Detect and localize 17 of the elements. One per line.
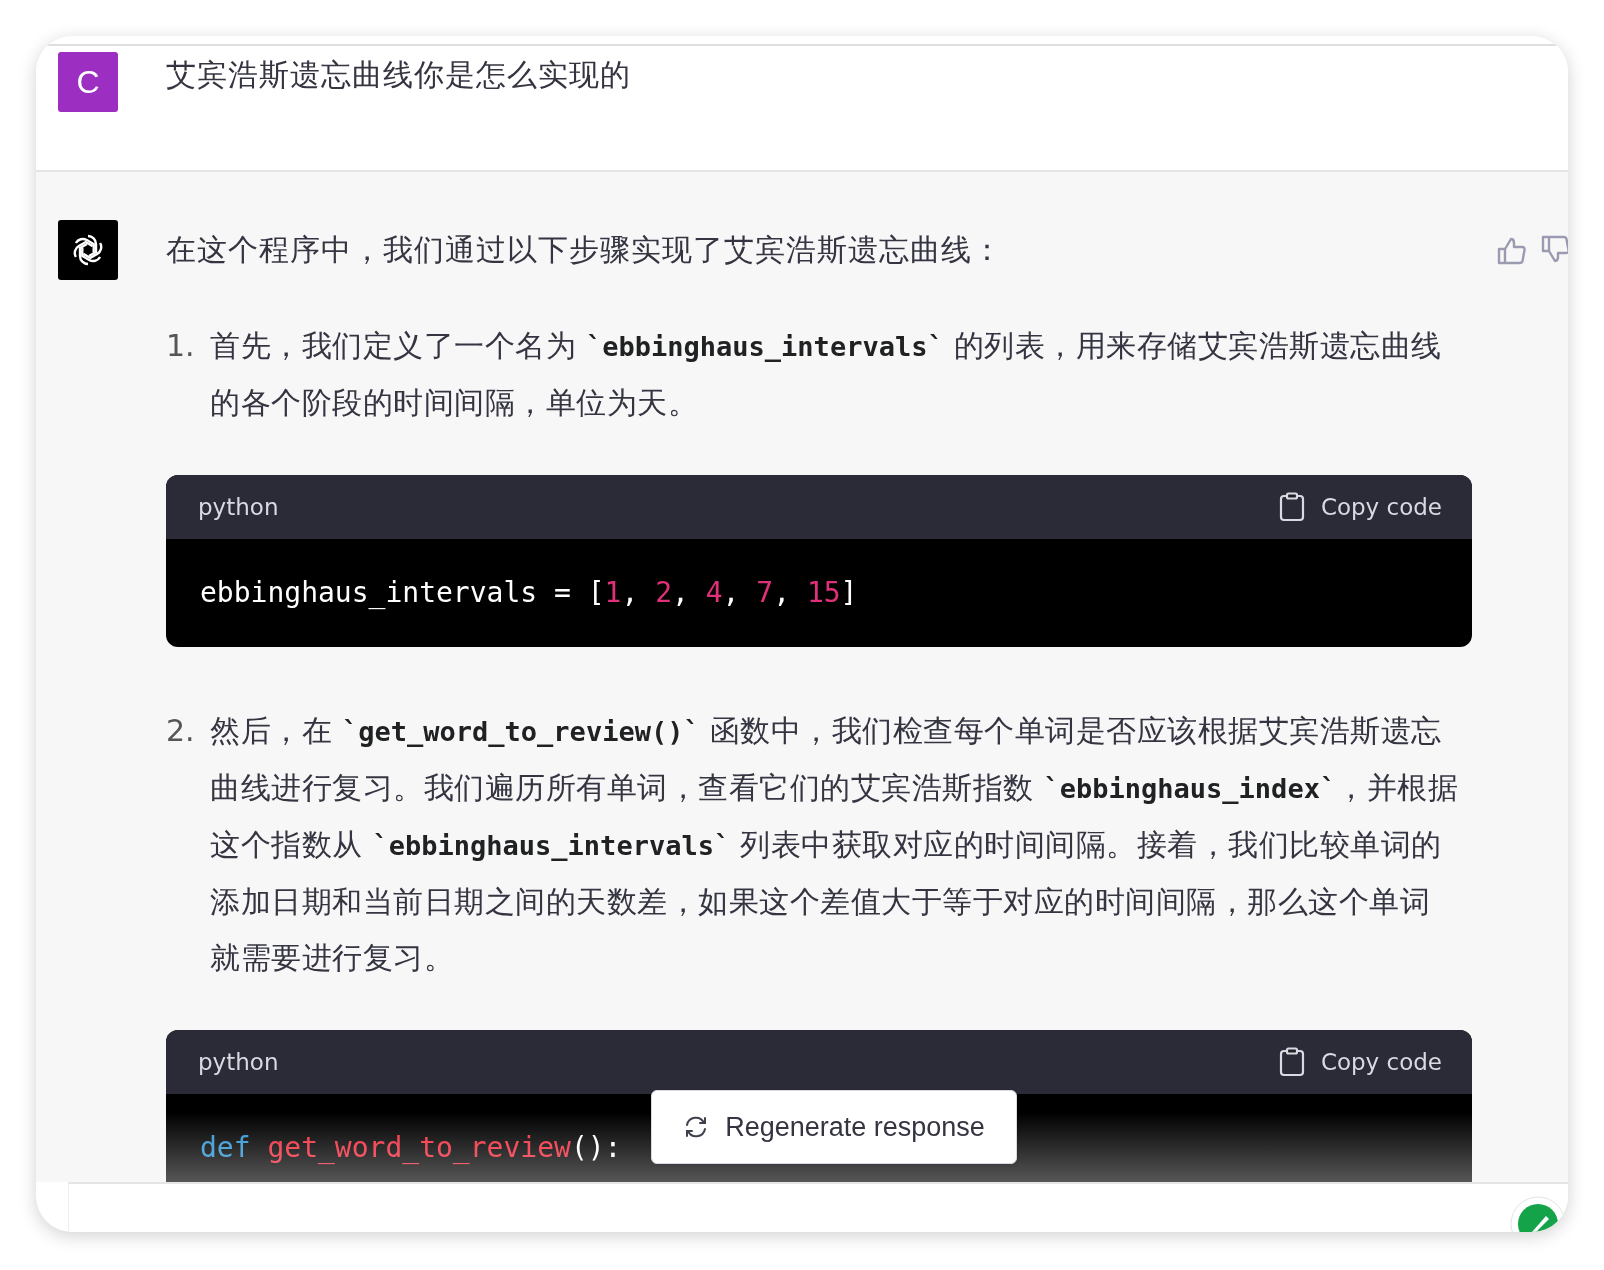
code-line: def get_word_to_review():	[200, 1130, 622, 1166]
user-message: 艾宾浩斯遗忘曲线你是怎么实现的	[166, 56, 631, 94]
language-label: python	[198, 1049, 279, 1075]
language-label: python	[198, 494, 279, 520]
clipboard-icon[interactable]	[1278, 492, 1305, 522]
message-input-bar[interactable]	[68, 1182, 1568, 1232]
copy-code-button[interactable]: Copy code	[1278, 492, 1442, 522]
user-avatar: C	[58, 52, 118, 112]
code-line: ebbinghaus_intervals = [1, 2, 4, 7, 15]	[200, 575, 858, 611]
step-text: 然后，在 `get_word_to_review()` 函数中，我们检查每个单词是否应该根据艾宾浩斯遗忘曲线进行复习。我们遍历所有单词，查看它们的艾宾浩斯指数 `ebbinghaus_index`，并根据这个指数从 `ebbinghaus_intervals` 列表中获取对应的时间间隔。接着，我们比较单词的添加日期和当前日期之间的天数差，如果这个差值大于等于对应的时间间隔，那么这个单词就需要进行复习。	[210, 712, 1460, 977]
copy-code-button[interactable]: Copy code	[1278, 1047, 1442, 1077]
list-number: 1.	[166, 327, 196, 365]
list-number: 2.	[166, 712, 196, 750]
step-text: 首先，我们定义了一个名为 `ebbinghaus_intervals` 的列表，用来存储艾宾浩斯遗忘曲线的各个阶段的时间间隔，单位为天。	[210, 327, 1443, 422]
assistant-intro: 在这个程序中，我们通过以下步骤实现了艾宾浩斯遗忘曲线：	[166, 231, 1004, 269]
clipboard-icon[interactable]	[1278, 1047, 1305, 1077]
regenerate-button[interactable]: Regenerate response	[651, 1090, 1017, 1164]
